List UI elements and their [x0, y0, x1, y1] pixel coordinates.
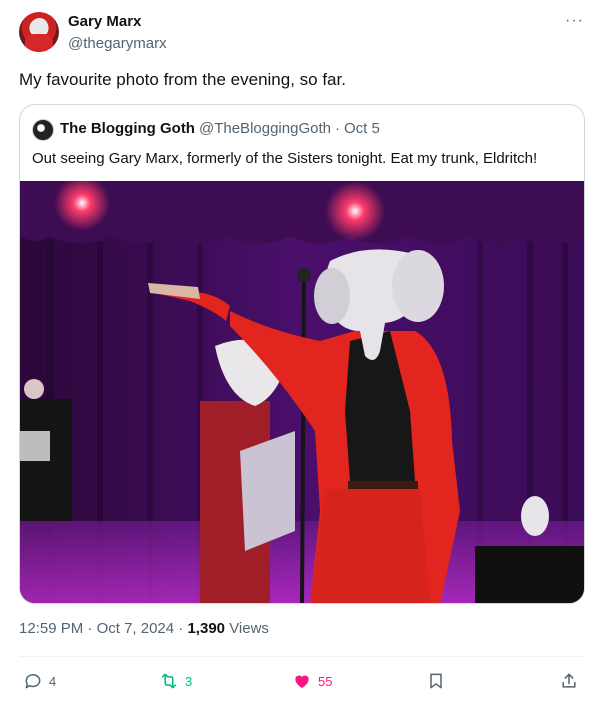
post-text: My favourite photo from the evening, so …	[19, 70, 346, 89]
quoted-tweet[interactable]: The Blogging Goth @TheBloggingGoth · Oct 5 …	[19, 104, 585, 604]
reply-icon	[25, 674, 41, 689]
quoted-date: Oct 5	[343, 120, 380, 137]
divider	[19, 656, 585, 657]
quoted-separator: ·	[334, 120, 340, 137]
retweet-count: 3	[185, 673, 193, 689]
share-button[interactable]	[559, 667, 579, 695]
retweet-button[interactable]: 3	[159, 667, 192, 695]
quoted-text: Out seeing Gary Marx, formerly of the Si…	[32, 150, 538, 167]
views-count: 1,390	[187, 620, 226, 637]
reply-count: 4	[49, 673, 57, 689]
tweet-meta: 12:59 PM · Oct 7, 2024 · 1,390 Views	[19, 620, 269, 637]
like-icon	[295, 675, 309, 689]
tweet: Gary Marx @thegarymarx ··· My favourite …	[0, 0, 600, 707]
like-button[interactable]: 55	[292, 667, 332, 695]
reply-button[interactable]: 4	[23, 667, 56, 695]
views-label: Views	[229, 620, 269, 637]
share-icon	[562, 673, 576, 688]
retweet-icon	[162, 673, 176, 689]
concert-photo	[20, 181, 584, 603]
post-date[interactable]: Oct 7, 2024	[97, 620, 175, 637]
quoted-handle: @TheBloggingGoth	[198, 120, 331, 137]
bookmark-button[interactable]	[426, 667, 446, 695]
like-count: 55	[318, 673, 333, 689]
more-icon[interactable]: ···	[565, 12, 584, 30]
meta-separator: ·	[87, 620, 93, 637]
bookmark-icon	[430, 673, 442, 689]
author-name[interactable]: Gary Marx	[68, 13, 141, 30]
quoted-name: The Blogging Goth	[60, 120, 195, 137]
quoted-photo[interactable]	[20, 181, 584, 603]
avatar[interactable]	[19, 12, 59, 52]
quoted-header: The Blogging Goth @TheBloggingGoth · Oct 5	[60, 120, 380, 137]
author-handle[interactable]: @thegarymarx	[68, 35, 167, 52]
post-time[interactable]: 12:59 PM	[19, 620, 83, 637]
quoted-avatar	[32, 119, 54, 141]
meta-separator-2: ·	[178, 620, 184, 637]
action-bar: 4 3 55	[19, 667, 585, 695]
